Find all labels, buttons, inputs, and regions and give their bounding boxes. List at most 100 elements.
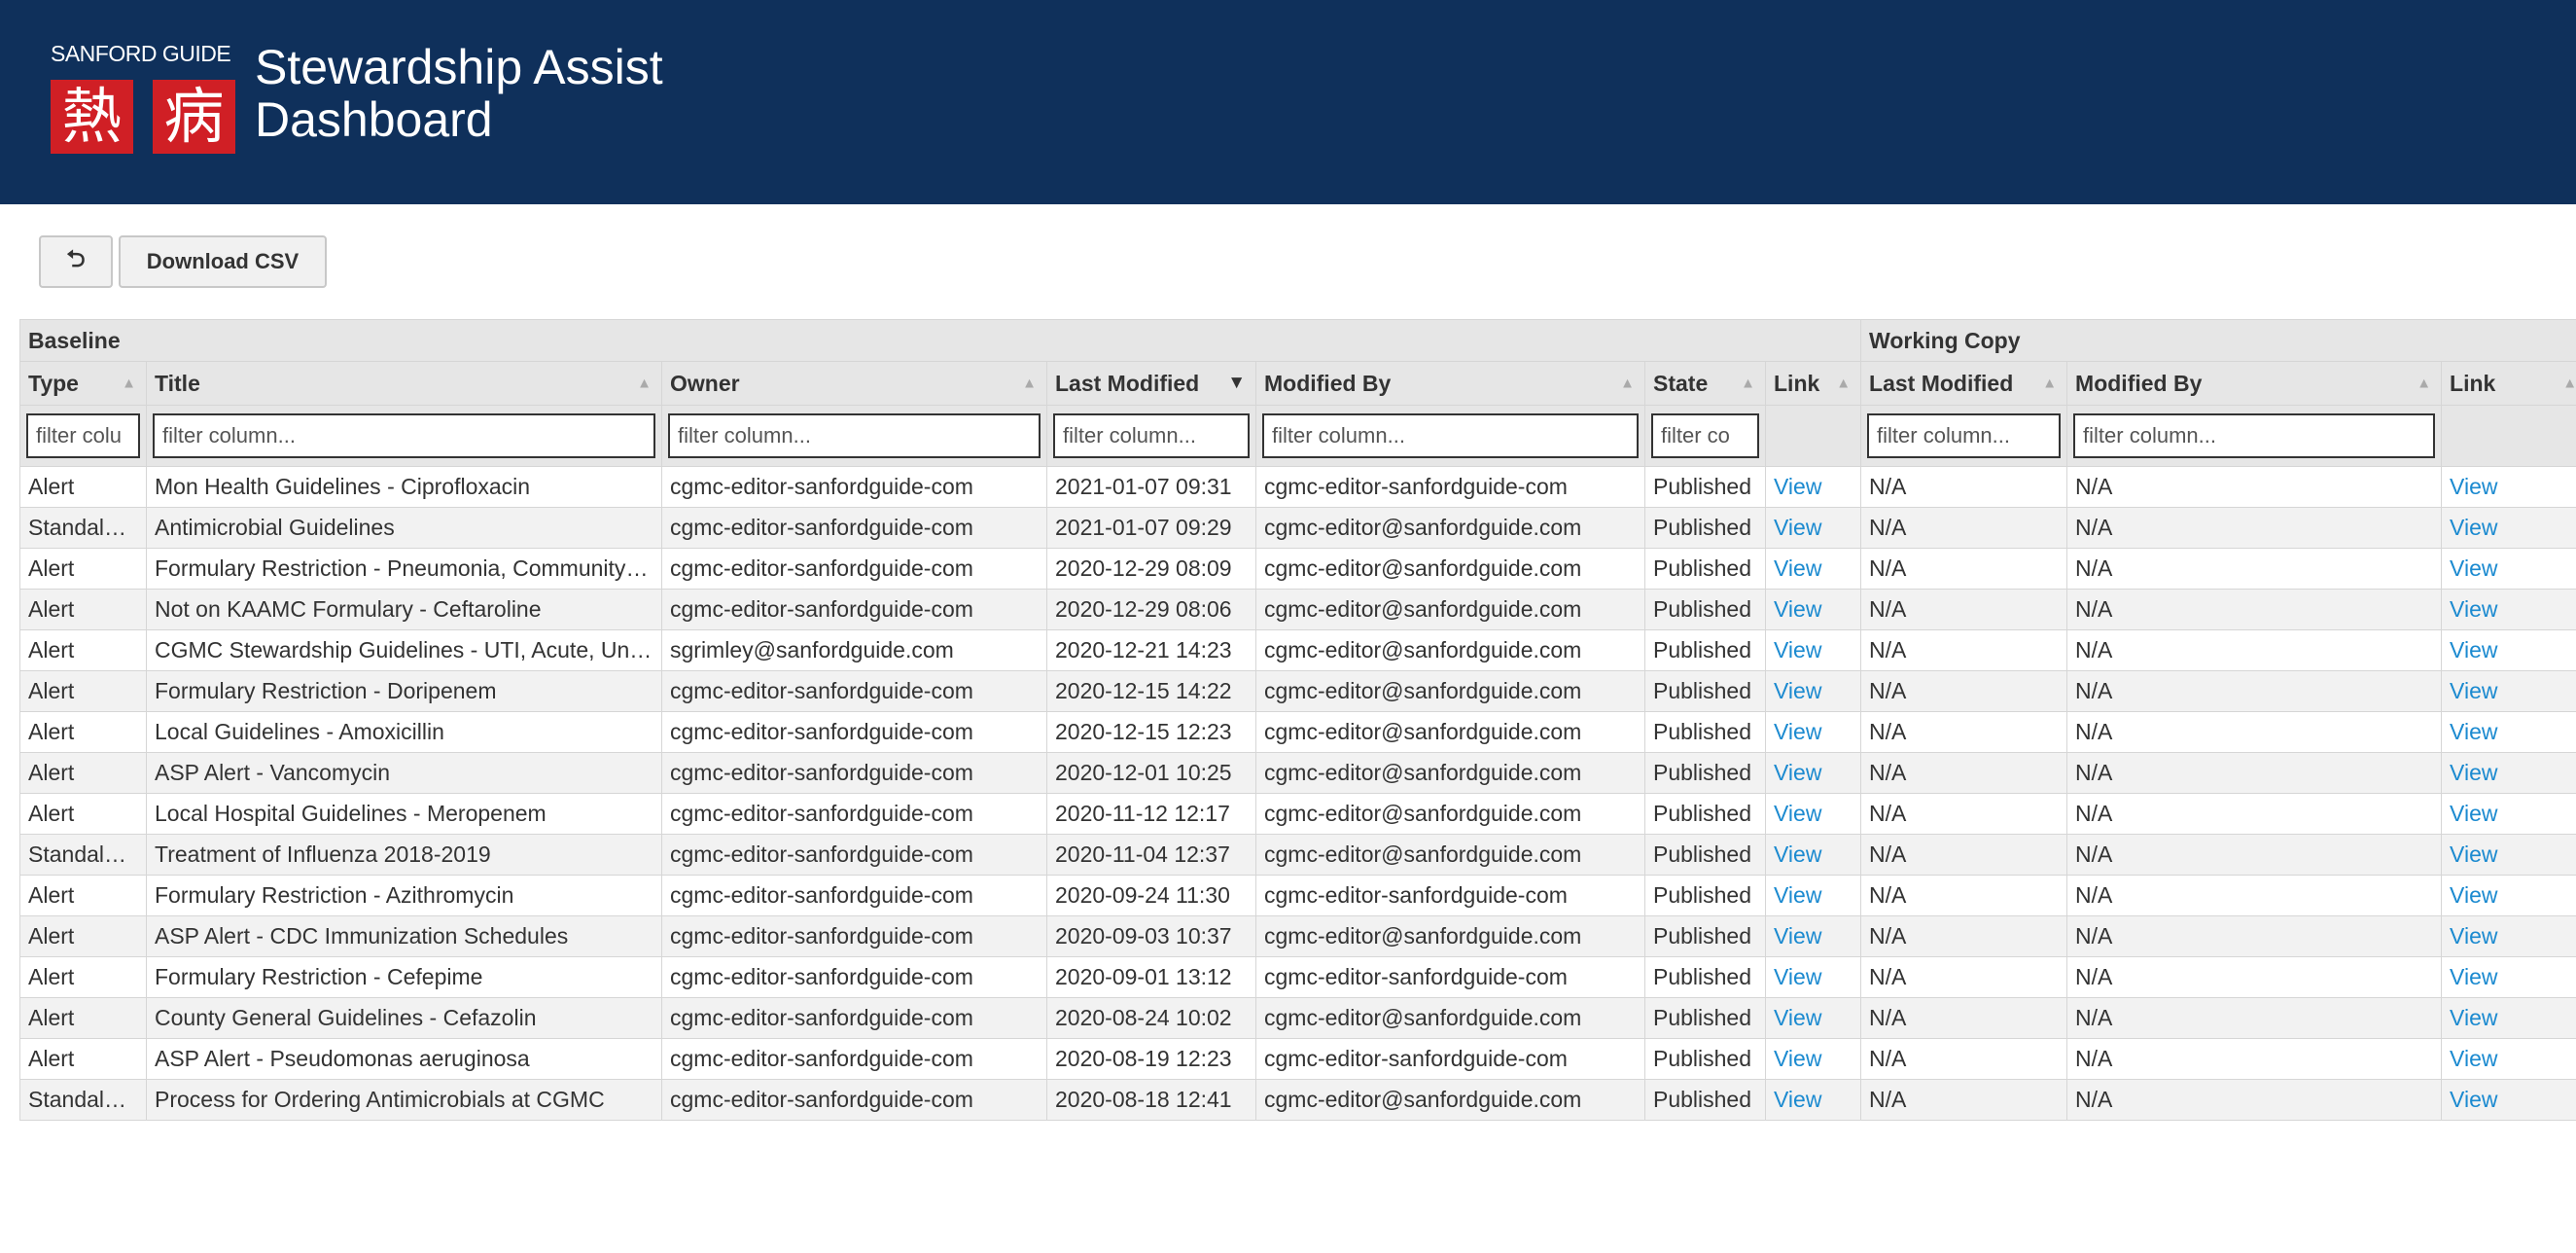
wc-view-link[interactable]: View — [2441, 875, 2576, 916]
sort-asc-icon: ▲ — [1022, 375, 1037, 392]
filter-input-owner[interactable] — [668, 413, 1041, 458]
wc-view-link[interactable]: View — [2441, 1079, 2576, 1121]
table-row[interactable]: Alert Formulary Restriction - Doripenem cg… — [19, 670, 2576, 712]
view-link[interactable]: View — [1764, 956, 1862, 998]
wc-view-link[interactable]: View — [2441, 997, 2576, 1039]
table-row[interactable]: Alert ASP Alert - Vancomycin cgmc-editor-s… — [19, 752, 2576, 794]
wc-view-link[interactable]: View — [2441, 834, 2576, 876]
view-link[interactable]: View — [1764, 997, 1862, 1039]
table-row[interactable]: Alert CGMC Stewardship Guidelines - UTI, … — [19, 629, 2576, 671]
view-link[interactable]: View — [1764, 548, 1862, 590]
wc-view-link[interactable]: View — [2441, 548, 2576, 590]
view-link[interactable]: View — [1764, 670, 1862, 712]
view-link[interactable]: View — [1764, 793, 1862, 835]
sort-asc-icon: ▲ — [2042, 375, 2058, 392]
filter-input-title[interactable] — [153, 413, 655, 458]
filter-cell-title — [146, 405, 662, 467]
view-link[interactable]: View — [1764, 711, 1862, 753]
view-link[interactable]: View — [1764, 752, 1862, 794]
cell-last-modified: 2020-12-01 10:25 — [1046, 752, 1256, 794]
cell-owner: cgmc-editor-sanfordguide-com — [661, 915, 1047, 957]
col-header-link[interactable]: Link ▲ — [1764, 361, 1862, 406]
table-row[interactable]: Alert Mon Health Guidelines - Ciprofloxac… — [19, 466, 2576, 508]
cell-wc-modified-by: N/A — [2066, 956, 2443, 998]
download-csv-button[interactable]: Download CSV — [119, 235, 327, 288]
col-header-wc-link[interactable]: Link ▲ — [2441, 361, 2576, 406]
cell-last-modified: 2020-09-01 13:12 — [1046, 956, 1256, 998]
col-header-owner[interactable]: Owner ▲ — [661, 361, 1047, 406]
cell-owner: cgmc-editor-sanfordguide-com — [661, 956, 1047, 998]
table-row[interactable]: Alert ASP Alert - Pseudomonas aeruginosa c… — [19, 1038, 2576, 1080]
wc-view-link[interactable]: View — [2441, 629, 2576, 671]
col-header-type[interactable]: Type ▲ — [19, 361, 147, 406]
view-link[interactable]: View — [1764, 875, 1862, 916]
wc-view-link[interactable]: View — [2441, 915, 2576, 957]
col-header-last-modified[interactable]: Last Modified ▼ — [1046, 361, 1256, 406]
table-row[interactable]: Alert ASP Alert - CDC Immunization Schedu… — [19, 915, 2576, 957]
cell-owner: cgmc-editor-sanfordguide-com — [661, 875, 1047, 916]
cell-type: Alert — [19, 629, 147, 671]
cell-type: Alert — [19, 793, 147, 835]
table-row[interactable]: Alert Not on KAAMC Formulary - Ceftarolin… — [19, 589, 2576, 630]
filter-input-state[interactable] — [1651, 413, 1759, 458]
cell-modified-by: cgmc-editor@sanfordguide.com — [1255, 793, 1645, 835]
table-row[interactable]: Alert County General Guidelines - Cefazol… — [19, 997, 2576, 1039]
wc-view-link[interactable]: View — [2441, 752, 2576, 794]
col-header-state[interactable]: State ▲ — [1644, 361, 1766, 406]
cell-wc-last-modified: N/A — [1860, 466, 2068, 508]
col-header-modified-by-label: Modified By — [1264, 370, 1392, 396]
cell-type: Alert — [19, 589, 147, 630]
wc-view-link[interactable]: View — [2441, 793, 2576, 835]
wc-view-link[interactable]: View — [2441, 466, 2576, 508]
cell-title: Formulary Restriction - Pneumonia, Commu… — [146, 548, 662, 590]
filter-input-last-modified[interactable] — [1053, 413, 1250, 458]
sign-in-icon: ⮌ — [66, 245, 86, 272]
view-link[interactable]: View — [1764, 834, 1862, 876]
table-row[interactable]: Alert Local Hospital Guidelines - Meropen… — [19, 793, 2576, 835]
table-row[interactable]: Standalone Process for Ordering Antimicro… — [19, 1079, 2576, 1121]
table-row[interactable]: Alert Local Guidelines - Amoxicillin cgmc-… — [19, 711, 2576, 753]
col-header-modified-by[interactable]: Modified By ▲ — [1255, 361, 1645, 406]
table-row[interactable]: Alert Formulary Restriction - Pneumonia, … — [19, 548, 2576, 590]
col-header-wc-last-modified[interactable]: Last Modified ▲ — [1860, 361, 2068, 406]
wc-view-link[interactable]: View — [2441, 1038, 2576, 1080]
view-link[interactable]: View — [1764, 507, 1862, 549]
wc-view-link[interactable]: View — [2441, 711, 2576, 753]
filter-input-wc-modified-by[interactable] — [2073, 413, 2436, 458]
cell-owner: cgmc-editor-sanfordguide-com — [661, 1038, 1047, 1080]
sort-asc-icon: ▲ — [1620, 375, 1635, 392]
col-header-title[interactable]: Title ▲ — [146, 361, 662, 406]
view-link[interactable]: View — [1764, 1038, 1862, 1080]
sign-in-button[interactable]: ⮌ — [39, 235, 113, 288]
wc-view-link[interactable]: View — [2441, 589, 2576, 630]
cell-wc-last-modified: N/A — [1860, 915, 2068, 957]
sort-asc-icon: ▲ — [2562, 375, 2576, 392]
table-row[interactable]: Alert Formulary Restriction - Azithromyci… — [19, 875, 2576, 916]
view-link[interactable]: View — [1764, 466, 1862, 508]
view-link[interactable]: View — [1764, 589, 1862, 630]
wc-view-link[interactable]: View — [2441, 670, 2576, 712]
filter-input-wc-last-modified[interactable] — [1867, 413, 2062, 458]
table-row[interactable]: Standalone Antimicrobial Guidelines cgmc-e… — [19, 507, 2576, 549]
cell-wc-modified-by: N/A — [2066, 752, 2443, 794]
cell-state: Published — [1644, 670, 1766, 712]
logo-brand-text: SANFORD GUIDE — [51, 41, 231, 66]
filter-input-modified-by[interactable] — [1262, 413, 1639, 458]
cell-modified-by: cgmc-editor-sanfordguide-com — [1255, 875, 1645, 916]
table-row[interactable]: Standalone Treatment of Influenza 2018-20… — [19, 834, 2576, 876]
cell-wc-modified-by: N/A — [2066, 1079, 2443, 1121]
filter-cell-state — [1644, 405, 1766, 467]
sort-asc-icon: ▲ — [637, 375, 652, 392]
table-row[interactable]: Alert Formulary Restriction - Cefepime cgm… — [19, 956, 2576, 998]
view-link[interactable]: View — [1764, 629, 1862, 671]
view-link[interactable]: View — [1764, 915, 1862, 957]
filter-input-type[interactable] — [26, 413, 140, 458]
view-link[interactable]: View — [1764, 1079, 1862, 1121]
wc-view-link[interactable]: View — [2441, 507, 2576, 549]
col-header-wc-modified-by[interactable]: Modified By ▲ — [2066, 361, 2443, 406]
filter-row — [19, 405, 2576, 467]
cell-title: ASP Alert - Vancomycin — [146, 752, 662, 794]
cell-wc-last-modified: N/A — [1860, 1079, 2068, 1121]
col-header-link-label: Link — [1774, 370, 1820, 396]
wc-view-link[interactable]: View — [2441, 956, 2576, 998]
